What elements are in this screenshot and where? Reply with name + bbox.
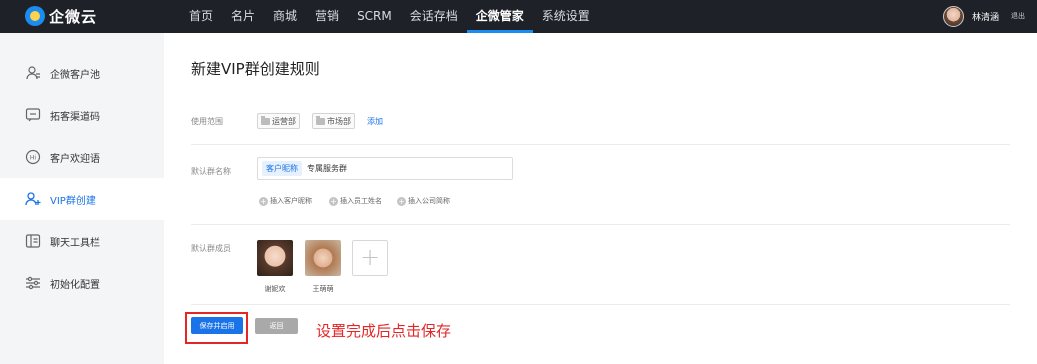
- insert-employee-name-button[interactable]: + 插入员工姓名: [329, 196, 382, 206]
- logout-link[interactable]: 退出: [1011, 11, 1025, 21]
- insert-label: 插入客户昵称: [270, 197, 312, 205]
- sidebar-item-label: 客户欢迎语: [50, 153, 100, 165]
- insert-label: 插入公司简称: [408, 197, 450, 205]
- plus-circle-icon: +: [397, 196, 406, 206]
- sidebar-item-label: 拓客渠道码: [50, 111, 100, 123]
- user-area: 林清涵 退出: [942, 5, 1025, 27]
- member-name: 谢妮欢: [264, 285, 286, 293]
- member-name: 王萌萌: [312, 285, 334, 293]
- scope-tag-operations[interactable]: 运营部: [257, 113, 300, 129]
- top-navigation-bar: 企微云 首页 名片 商城 营销 SCRM 会话存档 企微管家 系统设置 林清涵 …: [0, 0, 1037, 33]
- nav-item-home[interactable]: 首页: [180, 0, 222, 33]
- scope-tag-label: 市场部: [327, 116, 351, 126]
- user-pool-icon: [25, 65, 41, 81]
- sidebar-panel-icon: [25, 233, 41, 249]
- group-members-label: 默认群成员: [191, 244, 231, 253]
- member-item[interactable]: 王萌萌: [305, 240, 341, 294]
- message-square-icon: [25, 107, 41, 123]
- folder-icon: [316, 115, 325, 125]
- annotation-text: 设置完成后点击保存: [316, 322, 452, 340]
- insert-company-abbr-button[interactable]: + 插入公司简称: [397, 196, 450, 206]
- sidebar-item-label: 企微客户池: [50, 69, 100, 81]
- add-scope-link[interactable]: 添加: [367, 116, 383, 127]
- group-name-label: 默认群名称: [191, 167, 231, 176]
- scope-label: 使用范围: [191, 117, 223, 126]
- member-avatar: [305, 240, 341, 276]
- avatar[interactable]: [942, 5, 964, 27]
- back-button[interactable]: 返回: [255, 318, 298, 334]
- nav-item-scrm[interactable]: SCRM: [348, 0, 401, 33]
- member-item[interactable]: 谢妮欢: [257, 240, 293, 294]
- save-and-enable-button[interactable]: 保存并启用: [191, 317, 243, 334]
- main-content: 新建VIP群创建规则 使用范围 运营部 市场部 添加 默认群名称 客户昵称 专属…: [164, 33, 1037, 364]
- group-name-input[interactable]: 客户昵称 专属服务群: [257, 157, 513, 180]
- sidebar-item-label: 初始化配置: [50, 279, 100, 291]
- folder-icon: [261, 115, 270, 125]
- insert-customer-nickname-button[interactable]: + 插入客户昵称: [259, 196, 312, 206]
- sidebar-item-customer-pool[interactable]: 企微客户池: [0, 52, 164, 94]
- sidebar-item-init-config[interactable]: 初始化配置: [0, 262, 164, 304]
- scope-tag-marketing[interactable]: 市场部: [312, 113, 355, 129]
- svg-text:Hi: Hi: [30, 155, 37, 162]
- sidebar-item-vip-group[interactable]: VIP群创建: [0, 178, 164, 220]
- sidebar-item-label: 聊天工具栏: [50, 237, 100, 249]
- sidebar-item-chat-toolbar[interactable]: 聊天工具栏: [0, 220, 164, 262]
- user-name: 林清涵: [971, 12, 999, 23]
- row-divider: [191, 304, 1010, 305]
- add-member-button[interactable]: +: [352, 240, 388, 276]
- customer-nickname-chip[interactable]: 客户昵称: [262, 161, 302, 176]
- app-logo[interactable]: 企微云: [25, 6, 97, 26]
- plus-circle-icon: +: [259, 196, 268, 206]
- nav-item-chat-archive[interactable]: 会话存档: [401, 0, 467, 33]
- sidebar-item-channel-code[interactable]: 拓客渠道码: [0, 94, 164, 136]
- nav-item-settings[interactable]: 系统设置: [533, 0, 599, 33]
- sidebar-item-label: VIP群创建: [50, 195, 96, 207]
- sidebar: 企微客户池 拓客渠道码 Hi 客户欢迎语 VIP群创建 聊天工具栏 初始化配置: [0, 33, 164, 364]
- nav-item-wecom-manager[interactable]: 企微管家: [466, 0, 533, 33]
- plus-circle-icon: +: [329, 196, 338, 206]
- nav-item-mall[interactable]: 商城: [264, 0, 306, 33]
- logo-mark-icon: [25, 6, 45, 26]
- sliders-icon: [25, 275, 41, 291]
- nav-item-marketing[interactable]: 营销: [306, 0, 348, 33]
- scope-tag-label: 运营部: [272, 116, 296, 126]
- group-add-icon: [25, 191, 41, 207]
- row-divider: [191, 144, 1010, 145]
- member-avatar: [257, 240, 293, 276]
- main-nav: 首页 名片 商城 营销 SCRM 会话存档 企微管家 系统设置: [180, 0, 599, 33]
- page-title: 新建VIP群创建规则: [191, 60, 320, 78]
- hi-bubble-icon: Hi: [25, 149, 41, 165]
- nav-item-card[interactable]: 名片: [222, 0, 264, 33]
- row-divider: [191, 224, 1010, 225]
- insert-label: 插入员工姓名: [340, 197, 382, 205]
- logo-text: 企微云: [49, 7, 98, 26]
- sidebar-item-welcome-message[interactable]: Hi 客户欢迎语: [0, 136, 164, 178]
- group-name-value: 专属服务群: [307, 164, 347, 173]
